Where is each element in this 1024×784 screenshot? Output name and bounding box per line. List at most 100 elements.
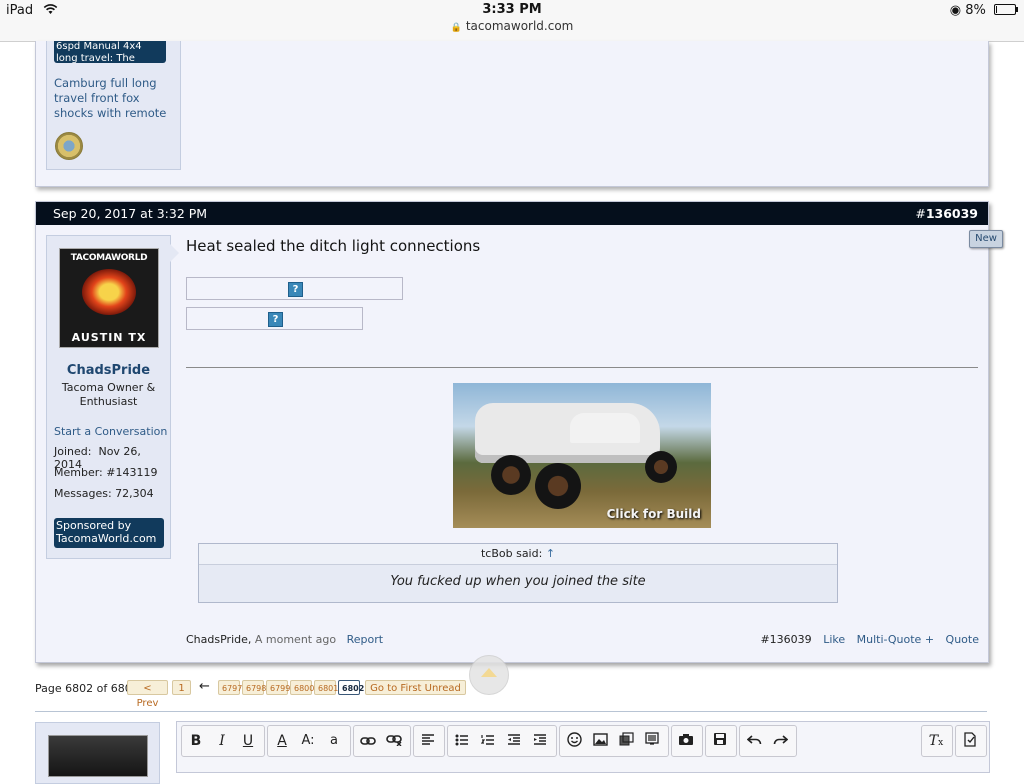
post-date: Sep 20, 2017 at 3:32 PM [53,206,208,221]
toggle-bbcode-icon[interactable] [957,726,983,756]
image-icon[interactable] [587,726,613,756]
page-button[interactable]: 6798 [242,680,266,695]
post-author-link[interactable]: ChadsPride [186,633,248,646]
quote-jump-icon[interactable]: ↑ [546,547,555,560]
battery-percent: 8% [965,3,986,18]
remove-format-button[interactable]: Tx [923,726,949,756]
font-color-button[interactable]: A [269,726,295,756]
username[interactable]: ChadsPride [47,363,170,378]
avatar-bottom-text: AUSTIN TX [71,331,147,344]
truck-wheel [535,463,581,509]
battery-icon [994,4,1018,15]
reply-user-sidebar [35,722,160,784]
user-avatar[interactable]: TACOMAWORLD AUSTIN TX [59,248,159,348]
quote-header: tcBob said: ↑ [199,544,837,565]
page-button[interactable]: 6797 [218,680,242,695]
page-button[interactable]: 6799 [266,680,290,695]
truck-wheel [645,451,677,483]
unlink-icon[interactable] [381,726,407,756]
truck-wheel [491,455,531,495]
quote-block: tcBob said: ↑ You fucked up when you joi… [198,543,838,603]
joined-label: Joined: [54,445,92,458]
numbered-list-icon[interactable] [475,726,501,756]
post-permalink[interactable]: #136039 [915,206,978,221]
undo-icon[interactable] [741,726,767,756]
page-label: Page 6802 of 6802 [35,682,139,695]
page-button[interactable]: 6800 [290,680,314,695]
toolbar-group-link [353,725,411,757]
font-size-button[interactable]: A: [295,726,321,756]
remove-format-x-icon: x [938,738,944,748]
toolbar-group-insert [559,725,669,757]
url-text: tacomaworld.com [465,19,574,33]
toolbar-group-align [413,725,445,757]
toolbar-group-history [739,725,797,757]
link-icon[interactable] [355,726,381,756]
camera-icon[interactable] [673,726,699,756]
reply-avatar [48,735,148,777]
media-icon[interactable] [613,726,639,756]
current-page: 6802 [338,680,364,695]
toolbar-group-format: B I U [181,725,265,757]
page-button[interactable]: 6801 [314,680,338,695]
first-page-button[interactable]: 1 [172,680,191,695]
post-message: Heat sealed the ditch light connections [186,237,481,255]
avatar-top-text: TACOMAWORLD [70,253,148,263]
underline-button[interactable]: U [235,726,261,756]
bullet-list-icon[interactable] [449,726,475,756]
quote-link[interactable]: Quote [946,633,979,646]
outdent-icon[interactable] [501,726,527,756]
toyota-logo-icon [82,269,136,315]
align-left-icon[interactable] [415,726,441,756]
smiley-icon[interactable] [561,726,587,756]
orientation-lock-icon: ◉ [949,3,962,18]
save-draft-icon[interactable] [707,726,733,756]
broken-image-1[interactable]: ? [186,277,403,300]
redo-icon[interactable] [767,726,793,756]
indent-icon[interactable] [527,726,553,756]
member-label: Member: [54,466,103,479]
scroll-to-top-button[interactable] [469,655,509,695]
toolbar-group-clear: Tx [921,725,953,757]
forum-post: Sep 20, 2017 at 3:32 PM #136039 TACOMAWO… [35,201,989,663]
battery-fill [996,6,997,13]
signature-truck-image[interactable]: Click for Build [453,383,711,528]
army-badge-icon [55,132,83,160]
signature-caption: Click for Build [606,507,701,521]
prev-page-button[interactable]: < Prev [127,680,168,709]
signature-divider [186,367,978,368]
messages-value[interactable]: 72,304 [115,487,154,500]
post-number-hash: # [915,206,926,221]
toolbar-group-save [705,725,737,757]
user-title: Tacoma Owner & Enthusiast [61,381,156,408]
broken-image-2[interactable]: ? [186,307,363,330]
broken-image-icon: ? [288,282,303,297]
new-post-badge: New [969,230,1003,248]
post-number-link[interactable]: #136039 [760,633,811,646]
font-family-button[interactable]: a [321,726,347,756]
truck-body [475,403,660,463]
post-actions: #136039 Like Multi-Quote + Quote [752,633,979,646]
report-link[interactable]: Report [347,633,383,646]
first-unread-button[interactable]: Go to First Unread [365,680,466,695]
toolbar-group-font: A A: a [267,725,351,757]
remove-format-label: T [928,733,939,749]
start-conversation-link[interactable]: Start a Conversation [54,425,167,438]
italic-button[interactable]: I [209,726,235,756]
member-stat: Member: #143119 [54,466,157,479]
code-icon[interactable] [639,726,665,756]
multi-quote-link[interactable]: Multi-Quote + [857,633,934,646]
previous-post-banner[interactable]: 6spd Manual 4x4 long travel: The [54,41,166,63]
bold-button[interactable]: B [183,726,209,756]
post-time: A moment ago [254,633,337,646]
previous-post-sidebar-link[interactable]: Camburg full long travel front fox shock… [54,76,172,121]
address-bar[interactable]: 🔒 tacomaworld.com [0,19,1024,33]
page-jump-arrow[interactable]: ← [199,679,210,694]
like-link[interactable]: Like [823,633,845,646]
toolbar-group-camera [671,725,703,757]
messages-label: Messages: [54,487,112,500]
previous-post-sidebar: 6spd Manual 4x4 long travel: The Camburg… [46,41,181,170]
truck-cab [570,413,640,443]
post-meta: ChadsPride, A moment ago Report [186,633,384,646]
sponsor-banner[interactable]: Sponsored by TacomaWorld.com [54,518,164,548]
